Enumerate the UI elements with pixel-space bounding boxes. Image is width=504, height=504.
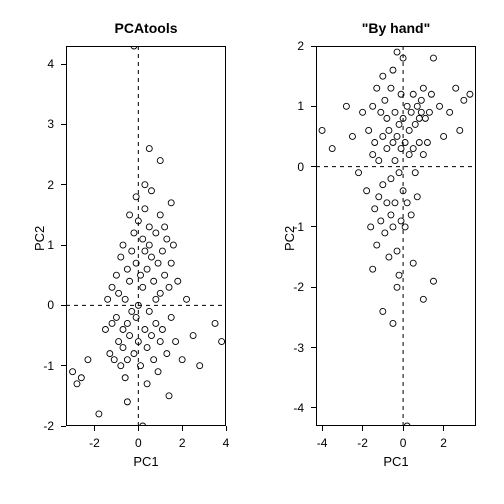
x-axis-label: PC1 bbox=[66, 454, 226, 469]
left-chart-panel: PCAtools PC2 PC1 -2-101234-2024 bbox=[66, 46, 226, 426]
chart-svg bbox=[66, 46, 226, 426]
x-tick-label: 2 bbox=[179, 426, 186, 450]
y-tick-label: 1 bbox=[297, 99, 316, 113]
y-axis-label: PC2 bbox=[32, 226, 47, 251]
chart-svg bbox=[316, 46, 476, 426]
x-tick-label: 4 bbox=[223, 426, 230, 450]
y-tick-label: 0 bbox=[47, 298, 66, 312]
right-chart-panel: "By hand" PC2 PC1 -4-3-2-1012-4-202 bbox=[316, 46, 476, 426]
y-tick-label: -1 bbox=[43, 359, 66, 373]
x-tick-label: -2 bbox=[357, 426, 368, 450]
y-tick-label: -1 bbox=[293, 220, 316, 234]
y-tick-label: -2 bbox=[43, 419, 66, 433]
y-tick-label: -4 bbox=[293, 401, 316, 415]
y-tick-label: 2 bbox=[297, 39, 316, 53]
x-tick-label: -2 bbox=[89, 426, 100, 450]
y-tick-label: -2 bbox=[293, 280, 316, 294]
x-tick-label: 2 bbox=[440, 426, 447, 450]
chart-title: "By hand" bbox=[316, 20, 476, 36]
x-axis-label: PC1 bbox=[316, 454, 476, 469]
y-tick-label: -3 bbox=[293, 341, 316, 355]
y-tick-label: 3 bbox=[47, 117, 66, 131]
y-tick-label: 2 bbox=[47, 178, 66, 192]
x-tick-label: 0 bbox=[135, 426, 142, 450]
chart-title: PCAtools bbox=[66, 20, 226, 36]
y-tick-label: 0 bbox=[297, 160, 316, 174]
x-tick-label: 0 bbox=[400, 426, 407, 450]
x-tick-label: -4 bbox=[317, 426, 328, 450]
y-tick-label: 1 bbox=[47, 238, 66, 252]
y-tick-label: 4 bbox=[47, 57, 66, 71]
